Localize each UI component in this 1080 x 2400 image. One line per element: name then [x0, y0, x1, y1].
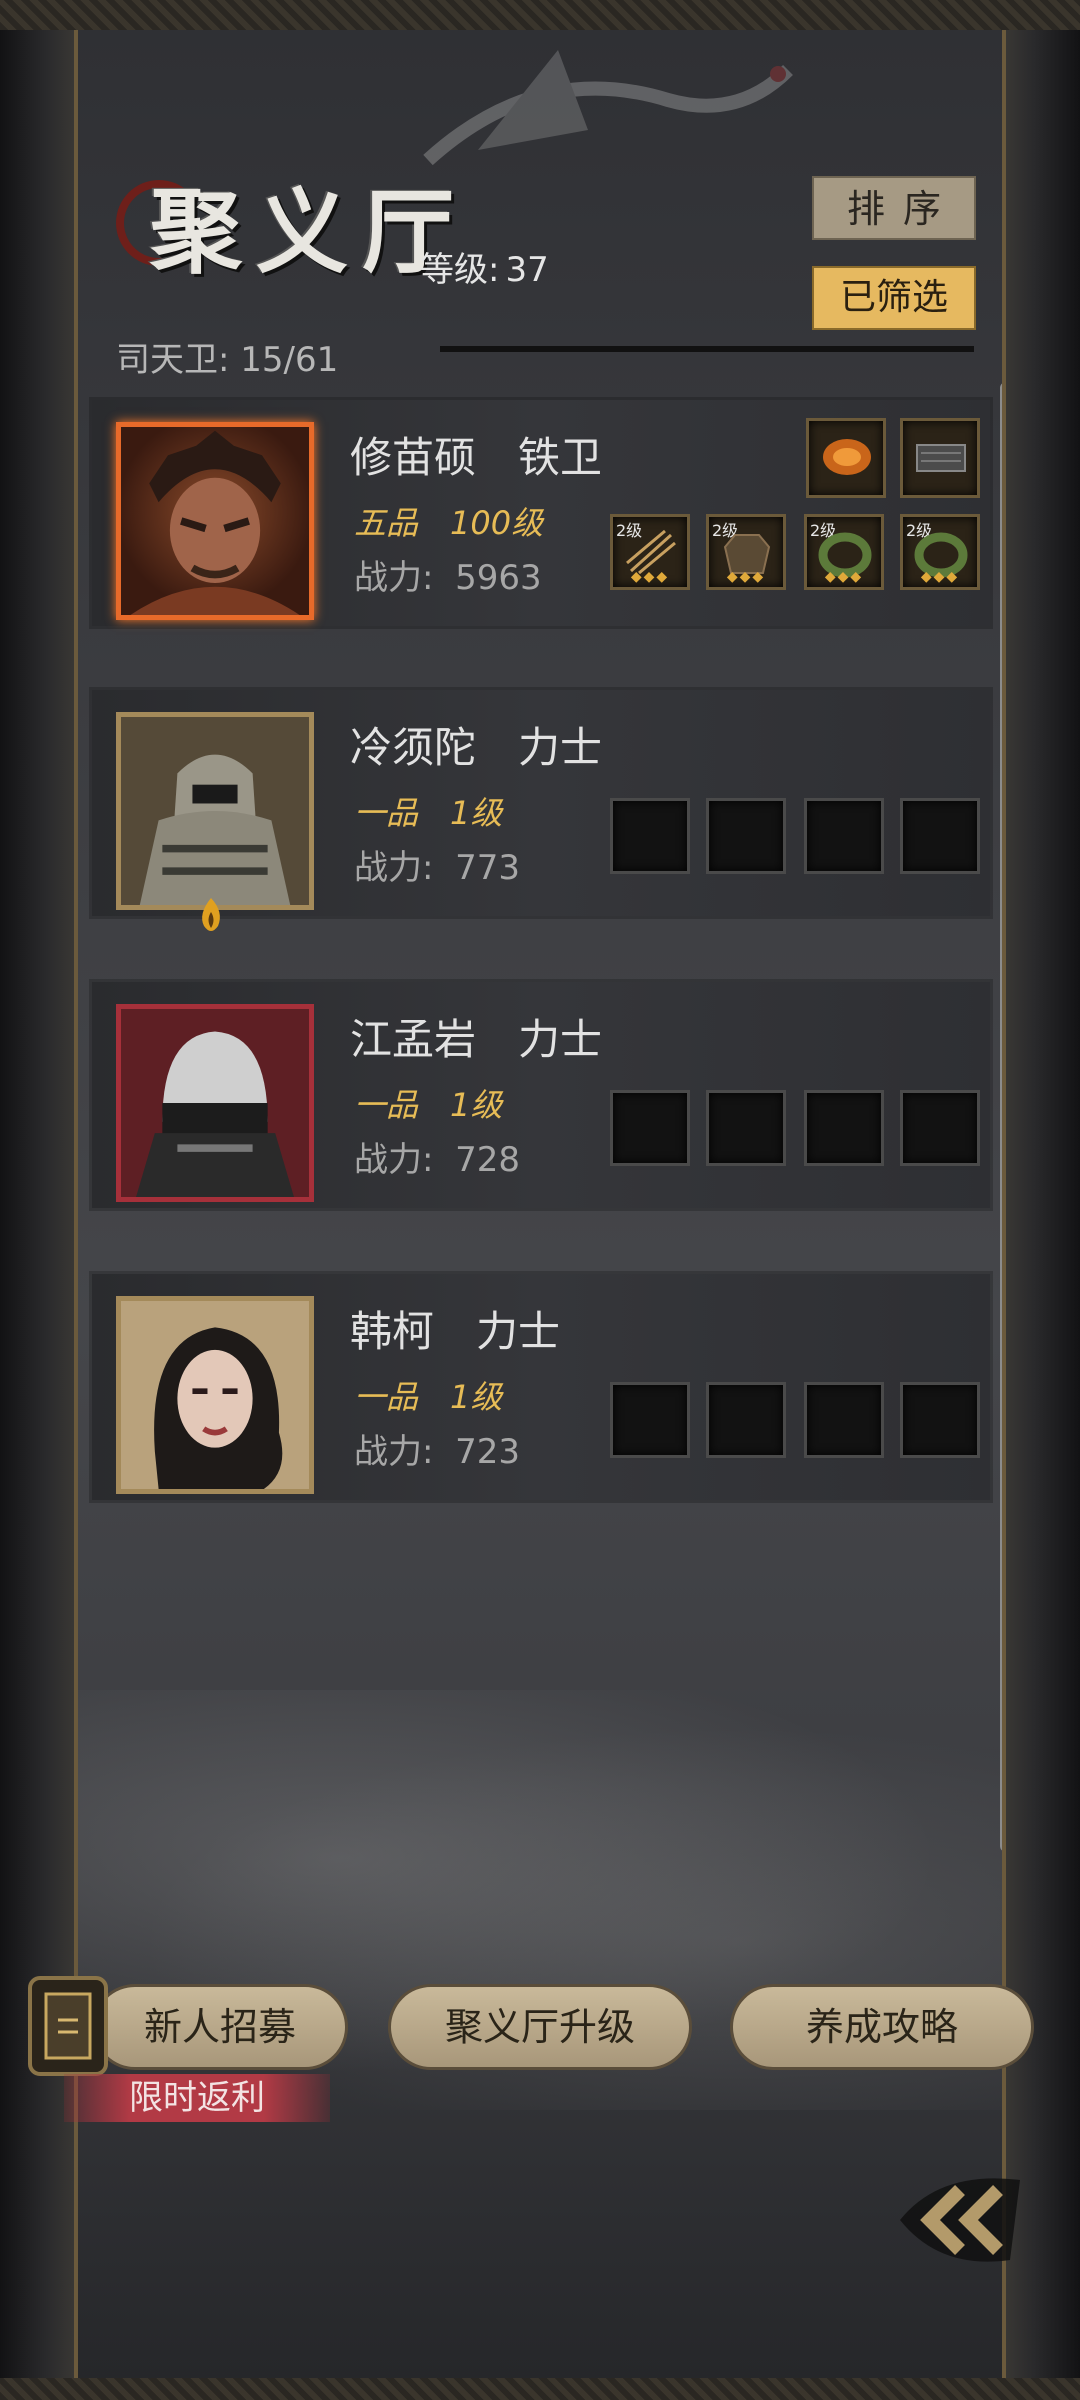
empty-equipment-slot[interactable] [610, 1090, 690, 1166]
empty-equipment-slot[interactable] [900, 798, 980, 874]
hero-name: 修苗硕 铁卫 [350, 433, 603, 482]
treasure-slot[interactable] [900, 418, 980, 498]
iron-box-icon [916, 444, 966, 472]
warrior-portrait-icon [130, 430, 300, 615]
bottom-frame [0, 2378, 1080, 2400]
guard-divider [440, 346, 974, 352]
amber-disc-icon [823, 439, 871, 475]
empty-equipment-slot[interactable] [804, 1382, 884, 1458]
hero-portrait [116, 1004, 314, 1202]
recruit-card-icon[interactable] [28, 1976, 108, 2076]
hero-rank: 五品 100级 [354, 504, 544, 542]
hall-level: 等级: 37 [420, 242, 549, 291]
hero-portrait [116, 712, 314, 910]
equipment-slot[interactable]: 2级 ◆◆◆ [900, 514, 980, 590]
hero-name: 冷须陀 力士 [350, 723, 603, 772]
equipment-stars: ◆◆◆ [920, 569, 960, 585]
guard-count: 司天卫: 15/61 [116, 340, 339, 380]
equipment-slot[interactable]: 2级 ◆◆◆ [610, 514, 690, 590]
empty-equipment-slot[interactable] [900, 1090, 980, 1166]
empty-equipment-slot[interactable] [706, 1090, 786, 1166]
female-portrait-icon [154, 1327, 283, 1489]
armored-warrior-portrait-icon [139, 754, 291, 905]
equipment-stars: ◆◆◆ [630, 569, 670, 585]
hero-portrait [116, 1296, 314, 1494]
sort-button[interactable]: 排序 [812, 176, 976, 240]
hero-rank: 一品 1级 [354, 794, 503, 832]
list-scrollbar[interactable] [1000, 382, 1002, 1852]
hero-power: 战力: 728 [354, 1140, 520, 1180]
empty-equipment-slot[interactable] [804, 1090, 884, 1166]
growth-guide-button[interactable]: 养成攻略 [730, 1984, 1034, 2070]
filter-button[interactable]: 已筛选 [812, 266, 976, 330]
recruit-button[interactable]: 新人招募 [92, 1984, 348, 2070]
empty-equipment-slot[interactable] [706, 798, 786, 874]
hero-power: 战力: 5963 [354, 558, 542, 598]
hero-rank: 一品 1级 [354, 1086, 503, 1124]
equipment-slot[interactable]: 2级 ◆◆◆ [706, 514, 786, 590]
hero-card[interactable]: 江孟岩 力士 一品 1级 战力: 728 [92, 982, 990, 1208]
equipment-slot[interactable]: 2级 ◆◆◆ [804, 514, 884, 590]
flame-badge-icon [202, 898, 220, 931]
hero-power: 战力: 773 [354, 848, 520, 888]
empty-equipment-slot[interactable] [610, 798, 690, 874]
hero-name: 江孟岩 力士 [350, 1015, 603, 1064]
equipment-stars: ◆◆◆ [824, 569, 864, 585]
hero-rank: 一品 1级 [354, 1378, 503, 1416]
hero-card[interactable]: 修苗硕 铁卫 五品 100级 战力: 5963 2级 ◆◆◆ 2级 ◆◆◆ 2级… [92, 400, 990, 626]
limited-rebate-tag[interactable]: 限时返利 [64, 2074, 330, 2122]
scroll-card-icon [44, 1992, 92, 2060]
empty-equipment-slot[interactable] [706, 1382, 786, 1458]
hero-card[interactable]: 韩柯 力士 一品 1级 战力: 723 [92, 1274, 990, 1500]
hall-upgrade-button[interactable]: 聚义厅升级 [388, 1984, 692, 2070]
equipment-stars: ◆◆◆ [726, 569, 766, 585]
treasure-slot[interactable] [806, 418, 886, 498]
hero-card[interactable]: 冷须陀 力士 一品 1级 战力: 773 [92, 690, 990, 931]
empty-equipment-slot[interactable] [900, 1382, 980, 1458]
hall-level-value: 37 [505, 250, 549, 290]
hero-portrait [116, 422, 314, 620]
empty-equipment-slot[interactable] [804, 798, 884, 874]
hall-level-label: 等级: [420, 250, 500, 290]
top-frame [0, 0, 1080, 30]
hero-power: 战力: 723 [354, 1432, 520, 1472]
helmeted-warrior-portrait-icon [136, 1031, 294, 1197]
hall-title-block: 聚义厅 等级: 37 [78, 140, 640, 300]
empty-equipment-slot[interactable] [610, 1382, 690, 1458]
hero-name: 韩柯 力士 [350, 1307, 561, 1356]
back-chevron-icon[interactable] [880, 2160, 1030, 2280]
